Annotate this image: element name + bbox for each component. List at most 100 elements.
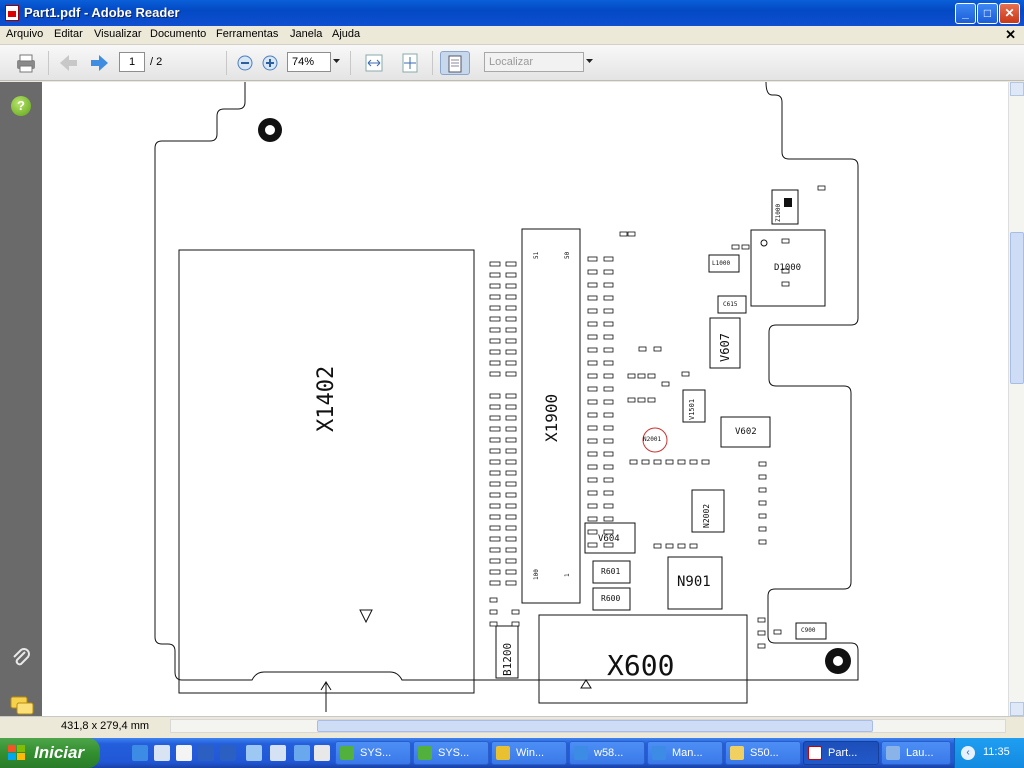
navigation-sidebar: ? [0,82,42,716]
page-view-icon [448,55,462,73]
clock: 11:35 [983,746,1010,758]
menu-documento[interactable]: Documento [150,28,206,40]
start-label: Iniciar [34,743,85,762]
chevron-down-icon[interactable] [586,59,594,65]
x1402-label: X1402 [314,365,339,432]
document-close-icon[interactable]: ✕ [1005,27,1016,43]
menu-janela[interactable]: Janela [290,28,322,40]
pin-100-label: 100 [533,569,540,580]
pin-50-label: 50 [564,251,571,259]
zoom-in-button[interactable] [258,51,282,75]
app-icon [340,746,354,760]
task-s50[interactable]: S50... [725,741,801,765]
fit-page-button[interactable] [398,51,422,75]
x600-label: X600 [607,649,675,682]
word-icon[interactable] [220,745,236,761]
word-icon[interactable] [198,745,214,761]
comments-icon[interactable] [10,696,34,716]
x1900-label: X1900 [542,393,561,442]
zoom-in-icon [262,55,278,71]
fit-width-icon [365,54,383,72]
v604-label: V604 [598,534,620,544]
print-button[interactable] [14,51,38,75]
vertical-scrollbar[interactable] [1008,82,1024,716]
pin-1-label: 1 [564,573,571,577]
quicklaunch-icon[interactable] [270,745,286,761]
vertical-scroll-thumb[interactable] [1010,232,1024,384]
folder-icon [730,746,744,760]
v602-label: V602 [735,427,757,437]
system-tray: ‹ 11:35 [954,738,1024,768]
task-sys-1[interactable]: SYS... [335,741,411,765]
pin-51-label: 51 [533,251,540,259]
quicklaunch-icon[interactable] [294,745,310,761]
scroll-down-button[interactable] [1010,702,1024,716]
task-win[interactable]: Win... [491,741,567,765]
c615-label: C615 [723,301,738,308]
app-icon [496,746,510,760]
horizontal-scrollbar[interactable] [170,719,1006,733]
menu-editar[interactable]: Editar [54,28,83,40]
pdf-app-icon [5,5,19,21]
ie-icon [652,746,666,760]
title-bar: Part1.pdf - Adobe Reader _ □ ✕ [0,0,1024,26]
fit-page-icon [402,53,418,73]
pdf-icon [808,746,822,760]
v607-label: V607 [718,333,732,362]
chevron-down-icon[interactable] [333,59,341,65]
quicklaunch-icon[interactable] [176,745,192,761]
r600-label: R600 [601,594,621,603]
l1000-label: L1000 [712,260,731,267]
b1200-label: B1200 [501,642,514,676]
task-sys-2[interactable]: SYS... [413,741,489,765]
quicklaunch-icon[interactable] [314,745,330,761]
close-button[interactable]: ✕ [999,3,1020,24]
zoom-out-button[interactable] [233,51,257,75]
page-total-label: / 2 [150,56,163,68]
quicklaunch-icon[interactable] [246,745,262,761]
menu-visualizar[interactable]: Visualizar [94,28,142,40]
print-icon [17,54,35,73]
menu-ferramentas[interactable]: Ferramentas [216,28,278,40]
task-w58[interactable]: w58... [569,741,645,765]
task-part[interactable]: Part... [803,741,879,765]
menu-bar: Arquivo Editar Visualizar Documento Ferr… [0,26,1024,45]
n901-label: N901 [677,574,711,590]
document-view[interactable]: X1402 X1900 X600 N901 V607 V602 V604 D10… [42,82,1008,716]
windows-logo-icon [8,745,25,760]
zoom-level-select[interactable]: 74% [287,52,331,72]
arrow-right-icon [91,55,108,71]
app-icon [418,746,432,760]
app-icon [886,746,900,760]
horizontal-scroll-thumb[interactable] [317,720,873,732]
single-page-view-button[interactable] [440,51,470,75]
maximize-button[interactable]: □ [977,3,998,24]
attachment-icon[interactable] [10,647,32,669]
help-icon[interactable]: ? [11,96,31,116]
quicklaunch-icon[interactable] [154,745,170,761]
fit-width-button[interactable] [362,51,386,75]
page-number-input[interactable]: 1 [119,52,145,72]
page-size-label: 431,8 x 279,4 mm [61,720,150,732]
window-title: Part1.pdf - Adobe Reader [24,5,180,20]
next-page-button[interactable] [88,51,112,75]
scroll-up-button[interactable] [1010,82,1024,96]
z1000-label: Z1000 [775,203,782,222]
toolbar: 1 / 2 74% Localizar [0,45,1024,81]
n2001-label: N2001 [643,436,662,443]
menu-ajuda[interactable]: Ajuda [332,28,360,40]
n2002-label: N2002 [702,503,711,528]
v1501-label: V1501 [688,398,696,420]
minimize-button[interactable]: _ [955,3,976,24]
taskbar: Iniciar SYS... SYS... Win... w58... Man.… [0,738,1024,768]
task-lau[interactable]: Lau... [881,741,951,765]
prev-page-button[interactable] [56,51,80,75]
task-man[interactable]: Man... [647,741,723,765]
start-button[interactable]: Iniciar [0,738,100,768]
search-input[interactable]: Localizar [484,52,584,72]
menu-arquivo[interactable]: Arquivo [6,28,43,40]
d1000-label: D1000 [774,263,802,273]
ie-icon [574,746,588,760]
tray-expand-icon[interactable]: ‹ [961,746,975,760]
ie-icon[interactable] [132,745,148,761]
